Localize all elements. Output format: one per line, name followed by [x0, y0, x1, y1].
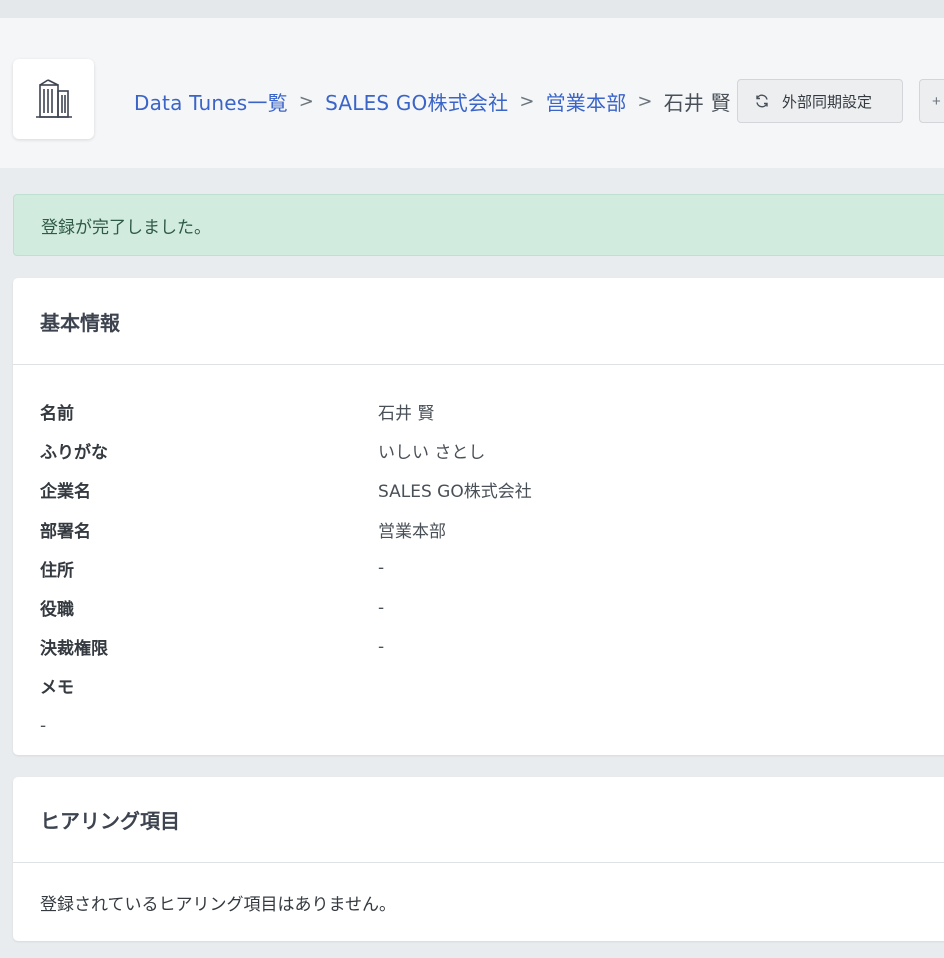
- breadcrumb: Data Tunes一覧 > SALES GO株式会社 > 営業本部 > 石井 …: [134, 86, 731, 116]
- field-label: 企業名: [40, 482, 91, 503]
- field-row-address: 住所 -: [13, 549, 944, 588]
- breadcrumb-separator: >: [519, 90, 535, 112]
- field-value: いしい さとし: [378, 443, 486, 464]
- hearing-empty-message: 登録されているヒアリング項目はありません。: [40, 894, 396, 915]
- field-value: -: [378, 636, 385, 657]
- company-logo: [13, 59, 94, 139]
- breadcrumb-link-company[interactable]: SALES GO株式会社: [325, 87, 508, 116]
- breadcrumb-separator: >: [637, 90, 653, 112]
- external-sync-button[interactable]: 外部同期設定: [737, 79, 903, 123]
- field-value: SALES GO株式会社: [378, 482, 532, 503]
- field-value: -: [378, 558, 385, 579]
- field-row-department: 部署名 営業本部: [13, 510, 944, 549]
- field-value: -: [378, 597, 385, 618]
- field-row-position: 役職 -: [13, 588, 944, 627]
- field-label: 住所: [40, 560, 74, 581]
- top-strip: [0, 0, 944, 18]
- breadcrumb-current: 石井 賢: [663, 90, 731, 115]
- memo-value: -: [40, 715, 47, 736]
- basic-info-title: 基本情報: [13, 278, 944, 365]
- refresh-icon: [754, 93, 770, 109]
- field-row-name: 名前 石井 賢: [13, 392, 944, 431]
- field-label: 役職: [40, 600, 74, 621]
- hearing-card: ヒアリング項目 登録されているヒアリング項目はありません。: [13, 777, 944, 941]
- basic-info-card: 基本情報 名前 石井 賢 ふりがな いしい さとし 企業名 SALES GO株式…: [13, 278, 944, 755]
- field-label: 部署名: [40, 521, 91, 542]
- field-label: 名前: [40, 404, 74, 425]
- success-alert: 登録が完了しました。: [13, 194, 944, 256]
- breadcrumb-separator: >: [298, 90, 315, 112]
- field-label: ふりがな: [40, 443, 108, 464]
- field-row-furigana: ふりがな いしい さとし: [13, 431, 944, 470]
- breadcrumb-link-department[interactable]: 営業本部: [546, 87, 627, 116]
- more-actions-button[interactable]: +: [919, 79, 944, 123]
- alert-message: 登録が完了しました。: [41, 217, 211, 238]
- field-row-company: 企業名 SALES GO株式会社: [13, 470, 944, 509]
- breadcrumb-link-data-tunes[interactable]: Data Tunes一覧: [134, 87, 288, 116]
- basic-info-list: 名前 石井 賢 ふりがな いしい さとし 企業名 SALES GO株式会社 部署…: [13, 365, 944, 746]
- field-value: 石井 賢: [378, 404, 435, 425]
- field-row-authority: 決裁権限 -: [13, 627, 944, 666]
- memo-label: メモ: [40, 678, 74, 699]
- hearing-title: ヒアリング項目: [13, 777, 944, 863]
- external-sync-label: 外部同期設定: [782, 93, 873, 111]
- field-label: 決裁権限: [40, 639, 108, 660]
- building-icon: [35, 79, 72, 118]
- field-value: 営業本部: [378, 521, 446, 542]
- field-row-memo: メモ: [13, 666, 944, 705]
